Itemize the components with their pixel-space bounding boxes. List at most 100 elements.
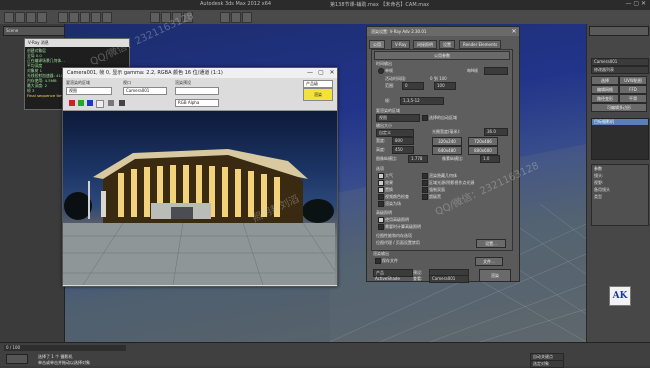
maxscript-listener-icon[interactable]	[6, 354, 28, 364]
modifier-button[interactable]: 编辑网格	[591, 85, 619, 94]
select-region-icon[interactable]	[69, 12, 79, 23]
render-mode-dropdown[interactable]: 产品级	[303, 80, 333, 88]
range-from-field[interactable]: 0	[402, 82, 424, 90]
pixel-aspect-field[interactable]: 1.0	[480, 155, 500, 163]
render-setup-icon[interactable]	[231, 12, 241, 23]
atmospherics-checkbox[interactable]	[378, 173, 384, 179]
range-to-field[interactable]: 100	[434, 82, 456, 90]
tab-settings[interactable]: 设置	[439, 40, 455, 49]
preset-dropdown[interactable]	[175, 87, 219, 95]
tab-common[interactable]: 公用	[369, 40, 385, 49]
render-output-label: 渲染输出	[373, 251, 389, 256]
render-setup-dialog: 渲染设置: V-Ray Adv 2.30.01 ✕ 公用 V-Ray 间接照明 …	[366, 26, 520, 283]
lens-label: 镜头:	[594, 173, 604, 178]
mono-icon[interactable]	[108, 100, 114, 106]
rotate-icon[interactable]	[91, 12, 101, 23]
stock-lens-label: 备用镜头	[594, 187, 610, 192]
red-channel-icon[interactable]	[69, 100, 75, 106]
view-dropdown[interactable]: Camera001	[429, 275, 469, 283]
area-lights-checkbox[interactable]	[422, 180, 428, 186]
aperture-field[interactable]: 36.0	[484, 128, 508, 136]
selection-set-dropdown[interactable]: 选定对象	[530, 360, 564, 368]
single-radio[interactable]	[378, 68, 384, 74]
render-hidden-checkbox[interactable]	[422, 173, 428, 179]
material-editor-icon[interactable]	[220, 12, 230, 23]
green-channel-icon[interactable]	[78, 100, 84, 106]
object-name-field[interactable]: Camera001	[591, 58, 649, 66]
clear-icon[interactable]	[119, 100, 125, 106]
pixel-aspect-label: 像素纵横比:	[442, 156, 464, 161]
render-button[interactable]: 渲染	[303, 88, 333, 101]
auto-region-checkbox[interactable]	[422, 115, 428, 121]
panel-tabs[interactable]	[589, 26, 649, 36]
aspect-field[interactable]: 1.778	[408, 155, 428, 163]
bitmap-perf-label: 位图性能和内存选项	[376, 233, 412, 238]
channel-dropdown[interactable]: RGB Alpha	[175, 99, 219, 107]
modifier-list-dropdown[interactable]: 修改器列表	[591, 66, 649, 74]
modifier-button[interactable]: FFD	[619, 85, 647, 94]
close-icon[interactable]: ✕	[327, 68, 337, 78]
files-button[interactable]: 文件...	[475, 257, 503, 266]
every-nth-field[interactable]	[484, 67, 508, 75]
compute-adv-checkbox[interactable]	[378, 224, 384, 230]
tab-indirect[interactable]: 间接照明	[413, 40, 437, 49]
parameters-rollout: 参数 镜头: 视野: 备用镜头 类型	[591, 164, 649, 226]
select-icon[interactable]	[58, 12, 68, 23]
modifier-button[interactable]: 平滑	[619, 94, 647, 103]
blue-channel-icon[interactable]	[87, 100, 93, 106]
bitmap-setup-button[interactable]: 设置...	[476, 239, 506, 248]
tab-vray[interactable]: V-Ray	[391, 40, 411, 49]
modifier-stack[interactable]: 目标摄影机	[591, 118, 649, 160]
render-icon[interactable]	[242, 12, 252, 23]
displacement-checkbox[interactable]	[378, 187, 384, 193]
render-button[interactable]: 渲染	[479, 269, 511, 282]
timeline-slider[interactable]: 0 / 100	[4, 345, 126, 351]
displacement-label: 置换	[385, 187, 393, 192]
modifier-button[interactable]: 选择	[591, 76, 619, 85]
tab-render-elements[interactable]: Render Elements	[459, 40, 502, 49]
modifier-button[interactable]: UVW贴图	[619, 76, 647, 85]
move-icon[interactable]	[80, 12, 90, 23]
super-black-label: 超级黑	[429, 194, 441, 199]
preset-size-320[interactable]: 320x240	[432, 137, 462, 146]
render-fields-checkbox[interactable]	[378, 201, 384, 207]
video-check-checkbox[interactable]	[378, 194, 384, 200]
close-icon[interactable]: ✕	[509, 27, 519, 36]
window-controls[interactable]: — ▢ ✕	[625, 0, 646, 7]
render-setup-title: 渲染设置: V-Ray Adv 2.30.01	[371, 29, 427, 34]
modifier-button[interactable]: 路径变形	[591, 94, 619, 103]
minimize-icon[interactable]: —	[305, 68, 315, 78]
use-adv-lighting-checkbox[interactable]	[378, 217, 384, 223]
maximize-icon[interactable]: ▢	[316, 68, 326, 78]
viewport-dropdown[interactable]: Camera001	[123, 87, 167, 95]
output-size-dropdown[interactable]: 自定义	[376, 129, 414, 137]
save-file-label: 保存文件	[382, 258, 398, 263]
modifier-buttons: 选择 UVW贴图 编辑网格 FFD 路径变形 平滑 可编辑多边形	[591, 76, 647, 116]
unlink-icon[interactable]	[37, 12, 47, 23]
preset-size-720[interactable]: 720x486	[468, 137, 498, 146]
alpha-channel-icon[interactable]	[96, 100, 104, 108]
preset-size-640[interactable]: 640x480	[432, 146, 462, 155]
frames-field[interactable]: 1,3,5-12	[400, 97, 444, 105]
redo-icon[interactable]	[15, 12, 25, 23]
scale-icon[interactable]	[102, 12, 112, 23]
force-2sided-checkbox[interactable]	[422, 187, 428, 193]
effects-checkbox[interactable]	[378, 180, 384, 186]
params-header[interactable]: 参数	[592, 165, 648, 172]
video-check-label: 视频颜色检查	[385, 194, 409, 199]
common-section-header[interactable]: 公用参数	[374, 51, 510, 60]
link-icon[interactable]	[26, 12, 36, 23]
preset-size-800[interactable]: 800x600	[468, 146, 498, 155]
modifier-button[interactable]: 可编辑多边形	[591, 103, 647, 112]
render-setup-titlebar: 渲染设置: V-Ray Adv 2.30.01 ✕	[367, 27, 519, 36]
super-black-checkbox[interactable]	[422, 194, 428, 200]
auto-region-label: 选择的自动区域	[429, 115, 457, 120]
undo-icon[interactable]	[4, 12, 14, 23]
width-field[interactable]: 800	[392, 137, 414, 145]
area-to-render-dropdown[interactable]: 视图	[376, 114, 420, 122]
stack-item[interactable]: 目标摄影机	[592, 119, 648, 125]
left-tab[interactable]: Scene	[3, 26, 65, 36]
area-dropdown[interactable]: 视图	[66, 87, 112, 95]
save-file-checkbox[interactable]	[375, 258, 381, 264]
height-field[interactable]: 450	[392, 146, 414, 154]
